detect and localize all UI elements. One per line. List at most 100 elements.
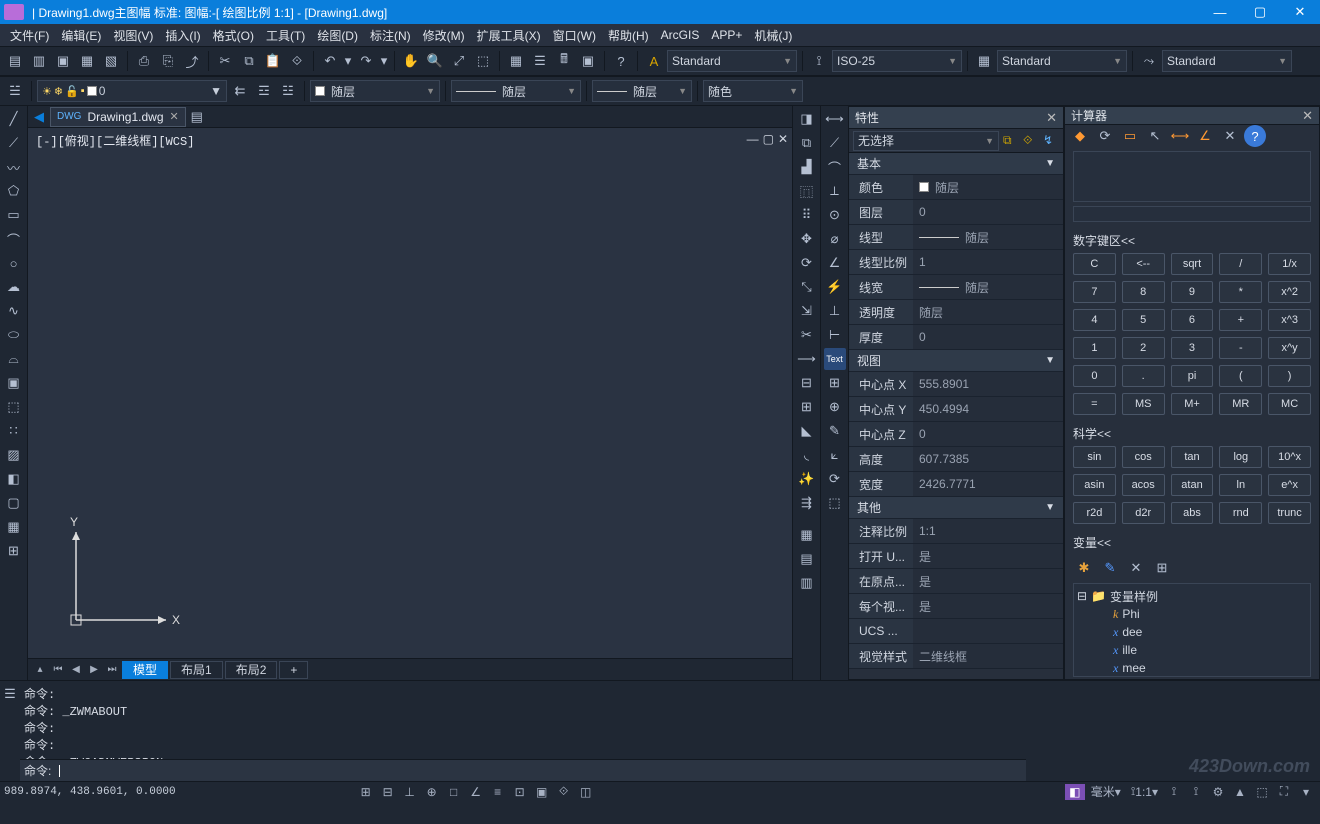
calc-key[interactable]: ( bbox=[1219, 365, 1262, 387]
dim-style-combo[interactable]: ISO-25▼ bbox=[832, 50, 962, 72]
prop-value[interactable]: 是 bbox=[913, 569, 1063, 593]
prop-row[interactable]: 每个视...是 bbox=[849, 594, 1063, 619]
menu-item[interactable]: 帮助(H) bbox=[602, 27, 655, 44]
calc-key[interactable]: abs bbox=[1171, 502, 1214, 524]
layer-state-icon[interactable]: ☲ bbox=[253, 80, 275, 102]
menu-item[interactable]: 标注(N) bbox=[364, 27, 417, 44]
menu-item[interactable]: 扩展工具(X) bbox=[471, 27, 547, 44]
new-tab-icon[interactable]: ▤ bbox=[186, 106, 208, 128]
insert-icon[interactable]: ▣ bbox=[3, 372, 25, 394]
prop-value[interactable]: 随层 bbox=[913, 225, 1063, 249]
maximize-button[interactable]: ▢ bbox=[1240, 0, 1280, 24]
viewport-label[interactable]: [-][俯视][二维线框][WCS] bbox=[36, 132, 194, 149]
calc-key[interactable]: ln bbox=[1219, 474, 1262, 496]
prop-section-header[interactable]: 基本▼ bbox=[849, 153, 1063, 175]
cmd-opts-icon[interactable]: ☰ bbox=[0, 683, 21, 705]
mirror-icon[interactable]: ▟ bbox=[796, 156, 818, 178]
sc-icon[interactable]: ⟐ bbox=[554, 784, 574, 800]
zoom-win-icon[interactable]: ⬚ bbox=[472, 50, 494, 72]
join-icon[interactable]: ⊞ bbox=[796, 396, 818, 418]
var-root[interactable]: ⊟📁变量样例 bbox=[1077, 587, 1307, 605]
calc-x-icon[interactable]: ✕ bbox=[1219, 125, 1241, 147]
move-icon[interactable]: ✥ bbox=[796, 228, 818, 250]
layout-tab-add[interactable]: + bbox=[279, 661, 308, 679]
ws-icon[interactable]: ⚙ bbox=[1208, 784, 1228, 800]
calc-key[interactable]: MC bbox=[1268, 393, 1311, 415]
hw-icon[interactable]: ⬚ bbox=[1252, 784, 1272, 800]
prop-value[interactable]: 1:1 bbox=[913, 519, 1063, 543]
vp-max-icon[interactable]: ▢ bbox=[763, 132, 774, 146]
var-del-icon[interactable]: ✕ bbox=[1125, 557, 1147, 579]
drawing-viewport[interactable]: [-][俯视][二维线框][WCS] — ▢ ✕ X Y bbox=[28, 128, 792, 658]
undo-icon[interactable]: ↶ bbox=[319, 50, 341, 72]
prop-row[interactable]: 中心点 Y450.4994 bbox=[849, 397, 1063, 422]
annovis-icon[interactable]: ⟟ bbox=[1164, 784, 1184, 800]
prop-row[interactable]: 中心点 Z0 bbox=[849, 422, 1063, 447]
prop-row[interactable]: 厚度0 bbox=[849, 325, 1063, 350]
calc-hist-icon[interactable]: ⟳ bbox=[1094, 125, 1116, 147]
block-icon[interactable]: ⬚ bbox=[3, 396, 25, 418]
cyc-icon[interactable]: ◫ bbox=[576, 784, 596, 800]
dimcont-icon[interactable]: ⊢ bbox=[824, 324, 846, 346]
layer-prev-icon[interactable]: ⇇ bbox=[229, 80, 251, 102]
prop-icon[interactable]: ☰ bbox=[529, 50, 551, 72]
prop-row[interactable]: 宽度2426.7771 bbox=[849, 472, 1063, 497]
preview-icon[interactable]: ⎘ bbox=[157, 50, 179, 72]
calc-key[interactable]: x^2 bbox=[1268, 281, 1311, 303]
calc-getpt-icon[interactable]: ↖ bbox=[1144, 125, 1166, 147]
calc-key[interactable]: 4 bbox=[1073, 309, 1116, 331]
prop-value[interactable]: 是 bbox=[913, 594, 1063, 618]
var-calc-icon[interactable]: ⊞ bbox=[1151, 557, 1173, 579]
saveas-icon[interactable]: ▧ bbox=[100, 50, 122, 72]
prop-value[interactable] bbox=[913, 619, 1063, 643]
calc-key[interactable]: sin bbox=[1073, 446, 1116, 468]
stretch-icon[interactable]: ⇲ bbox=[796, 300, 818, 322]
prop-row[interactable]: 线型比例1 bbox=[849, 250, 1063, 275]
line-icon[interactable]: ╱ bbox=[3, 108, 25, 130]
layout-tab[interactable]: 模型 bbox=[122, 661, 168, 679]
prop-section-header[interactable]: 视图▼ bbox=[849, 350, 1063, 372]
dimqck-icon[interactable]: ⚡ bbox=[824, 276, 846, 298]
prop-value[interactable]: 555.8901 bbox=[913, 372, 1063, 396]
calc-ang-icon[interactable]: ∠ bbox=[1194, 125, 1216, 147]
calc-numpad-header[interactable]: 数字键区<< bbox=[1065, 228, 1319, 253]
prop-value[interactable]: 随层 bbox=[913, 275, 1063, 299]
new2-icon[interactable]: ▥ bbox=[28, 50, 50, 72]
print-icon[interactable]: ⎙ bbox=[133, 50, 155, 72]
calc-key[interactable]: . bbox=[1122, 365, 1165, 387]
prop-value[interactable]: 2426.7771 bbox=[913, 472, 1063, 496]
menu-item[interactable]: 工具(T) bbox=[260, 27, 311, 44]
tablestyle-icon[interactable]: ▦ bbox=[973, 50, 995, 72]
calc-key[interactable]: asin bbox=[1073, 474, 1116, 496]
calc-var-header[interactable]: 变量<< bbox=[1065, 530, 1319, 555]
prop-section-header[interactable]: 其他▼ bbox=[849, 497, 1063, 519]
arc-icon[interactable]: ⌒ bbox=[3, 228, 25, 250]
dimedit-icon[interactable]: ✎ bbox=[824, 420, 846, 442]
pline-icon[interactable]: 〰 bbox=[3, 156, 25, 178]
dimcen-icon[interactable]: ⊕ bbox=[824, 396, 846, 418]
dimupd-icon[interactable]: ⟳ bbox=[824, 468, 846, 490]
menu-item[interactable]: 格式(O) bbox=[207, 27, 260, 44]
menu-item[interactable]: 绘图(D) bbox=[311, 27, 364, 44]
calc-key[interactable]: 2 bbox=[1122, 337, 1165, 359]
prop-row[interactable]: UCS ... bbox=[849, 619, 1063, 644]
otrack-icon[interactable]: ∠ bbox=[466, 784, 486, 800]
redo-caret-icon[interactable]: ▾ bbox=[379, 50, 389, 72]
prop-row[interactable]: 颜色随层 bbox=[849, 175, 1063, 200]
point-icon[interactable]: ∷ bbox=[3, 420, 25, 442]
dimtext-icon[interactable]: Text bbox=[824, 348, 846, 370]
osnap-icon[interactable]: □ bbox=[444, 784, 464, 800]
var-item[interactable]: xdee bbox=[1077, 623, 1307, 641]
tab-close-icon[interactable]: ✕ bbox=[170, 110, 179, 123]
dimstyle-icon[interactable]: ⟟ bbox=[808, 50, 830, 72]
selection-combo[interactable]: 无选择▼ bbox=[853, 131, 999, 151]
calc-key[interactable]: * bbox=[1219, 281, 1262, 303]
command-input[interactable]: 命令: bbox=[20, 759, 1026, 781]
tray-icon[interactable]: ▾ bbox=[1296, 784, 1316, 800]
menu-item[interactable]: 文件(F) bbox=[4, 27, 55, 44]
block-icon[interactable]: ▣ bbox=[577, 50, 599, 72]
minimize-button[interactable]: — bbox=[1200, 0, 1240, 24]
ltab-collapse-icon[interactable]: ▴ bbox=[32, 662, 48, 678]
clean-icon[interactable]: ⛶ bbox=[1274, 784, 1294, 800]
calc-paste-icon[interactable]: ▭ bbox=[1119, 125, 1141, 147]
